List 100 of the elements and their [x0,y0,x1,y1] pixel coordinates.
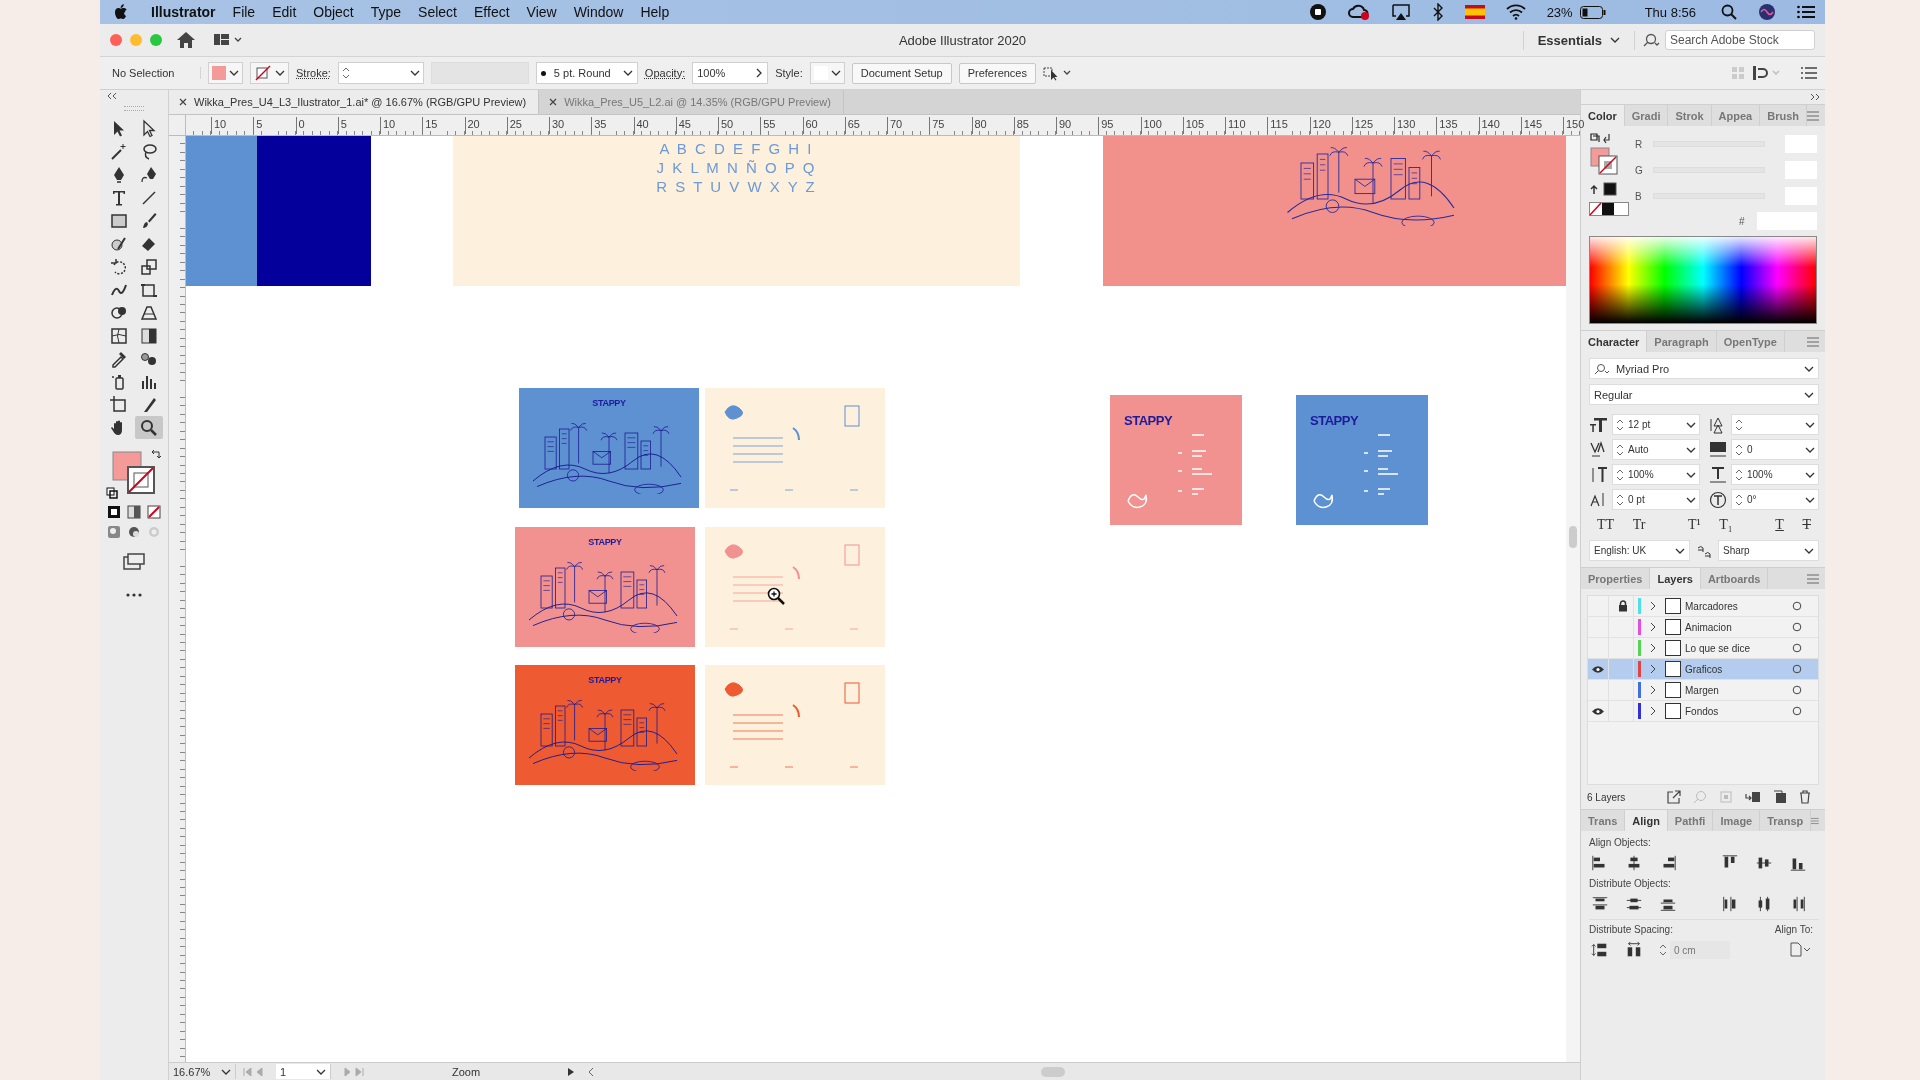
default-colors-icon[interactable] [106,487,118,499]
vertical-spacing-icon[interactable] [1591,941,1609,959]
panel-tab[interactable]: Character [1581,331,1648,352]
workspace-layout-icon[interactable] [214,33,244,47]
search-icon[interactable] [1643,33,1661,47]
layer-row[interactable]: Margen [1588,680,1818,701]
font-family-dropdown[interactable]: Myriad Pro [1589,358,1819,379]
zoom-level-field[interactable]: 16.67% [169,1064,236,1079]
search-icon[interactable] [1721,4,1737,20]
brush-dropdown[interactable]: 5 pt. Round [535,62,638,84]
stock-search-field[interactable]: Search Adobe Stock [1665,30,1815,50]
menu-item[interactable]: Help [640,4,670,20]
flag-icon[interactable] [1464,5,1485,19]
apple-logo-icon[interactable] [114,4,128,20]
target-circle-icon[interactable] [1792,622,1802,632]
opacity-field[interactable]: 100% [692,62,769,84]
siri-icon[interactable] [1758,3,1776,21]
stroke-weight-field[interactable] [337,62,424,84]
stop-icon[interactable] [1308,3,1327,21]
menu-item[interactable]: View [526,4,557,20]
layer-row[interactable]: Animacion [1588,617,1818,638]
none-mode-icon[interactable] [147,505,161,519]
list-icon[interactable] [1797,5,1815,19]
target-circle-icon[interactable] [1792,664,1802,674]
more-tools-icon[interactable] [126,593,142,597]
stroke-label[interactable]: Stroke: [296,67,331,79]
control-bar-button[interactable]: Preferences [958,62,1036,84]
layer-row[interactable]: Fondos [1588,701,1818,722]
type-style-button[interactable]: T [1798,517,1815,533]
out-of-gamut-icon[interactable] [1589,182,1619,196]
character-field[interactable]: 0 [1731,439,1819,460]
clock[interactable]: Thu 8:56 [1644,4,1696,20]
expand-chevron-icon[interactable] [1649,622,1657,632]
character-field[interactable]: 12 pt [1612,414,1700,435]
close-icon[interactable] [179,98,187,106]
expand-chevron-icon[interactable] [1649,601,1657,611]
cloud-icon[interactable] [1347,3,1370,21]
color-spectrum[interactable] [1589,236,1817,324]
collapse-icon[interactable] [106,92,118,100]
close-icon[interactable] [549,98,558,106]
scrollbar-thumb[interactable] [1041,1067,1065,1077]
horizontal-spacing-icon[interactable] [1625,941,1643,959]
workspace-switcher[interactable]: Essentials [1522,30,1635,50]
home-icon[interactable] [176,31,196,49]
gradient-mode-icon[interactable] [127,505,141,519]
target-circle-icon[interactable] [1792,706,1802,716]
airplay-icon[interactable] [1390,3,1411,21]
expand-chevron-icon[interactable] [1649,664,1657,674]
eye-icon[interactable] [1591,664,1605,674]
target-circle-icon[interactable] [1792,601,1802,611]
draw-normal-icon[interactable] [107,525,121,539]
zoom-icon[interactable] [135,416,163,439]
layer-row[interactable]: Marcadores [1588,596,1818,617]
scrollbar-thumb[interactable] [1569,526,1577,548]
menu-item[interactable]: Object [313,4,354,20]
color-mode-icon[interactable] [107,505,121,519]
menu-item[interactable]: Edit [272,4,297,20]
artboard-number-field[interactable]: 1 [276,1064,331,1079]
app-menu[interactable]: Illustrator [151,4,216,20]
target-circle-icon[interactable] [1792,643,1802,653]
character-field[interactable]: 100% [1612,464,1700,485]
status-menu-icon[interactable] [567,1066,575,1077]
stroke-color-dropdown[interactable] [250,62,289,84]
trash-icon[interactable] [1799,790,1811,804]
screen-mode-icon[interactable] [123,553,145,571]
draw-behind-icon[interactable] [127,525,141,539]
new-sublayer-icon[interactable] [1745,790,1761,804]
menu-item[interactable]: Select [418,4,457,20]
panel-menu-icon[interactable] [1801,67,1817,79]
wifi-icon[interactable] [1505,4,1526,20]
type-style-button[interactable]: Tr [1628,517,1650,533]
color-presets-icon[interactable] [1589,202,1629,216]
spinner-arrows-icon[interactable] [341,65,350,81]
character-field[interactable]: 0° [1731,489,1819,510]
opacity-label[interactable]: Opacity: [644,67,686,79]
character-field[interactable]: Auto [1612,439,1700,460]
align-to-artboard-icon[interactable] [1789,941,1813,957]
font-style-dropdown[interactable]: Regular [1589,384,1819,405]
type-style-button[interactable]: TT [1593,517,1619,533]
spinner-arrows-icon[interactable] [1659,942,1667,958]
type-style-button[interactable]: T¹ [1683,517,1705,533]
bluetooth-icon[interactable] [1431,3,1444,21]
panel-tab[interactable]: Layers [1650,568,1701,589]
menu-item[interactable]: Type [370,4,402,20]
fill-stroke-swatch-icon[interactable] [112,451,156,495]
character-field[interactable]: 100% [1731,464,1819,485]
toolbar-grip[interactable] [124,106,144,111]
lock-icon[interactable] [1618,600,1628,612]
eye-icon[interactable] [1591,706,1605,716]
character-field[interactable] [1731,414,1819,435]
new-layer-icon[interactable] [1773,790,1787,804]
expand-chevron-icon[interactable] [1649,685,1657,695]
character-field[interactable]: 0 pt [1612,489,1700,510]
arrange-icon[interactable] [1752,65,1782,81]
swap-icon[interactable] [151,449,162,460]
layer-row[interactable]: Graficos [1588,659,1818,680]
expand-chevron-icon[interactable] [1649,643,1657,653]
battery-icon[interactable] [1579,5,1606,19]
clipping-mask-icon[interactable] [1719,790,1733,804]
close-button[interactable] [110,34,122,46]
